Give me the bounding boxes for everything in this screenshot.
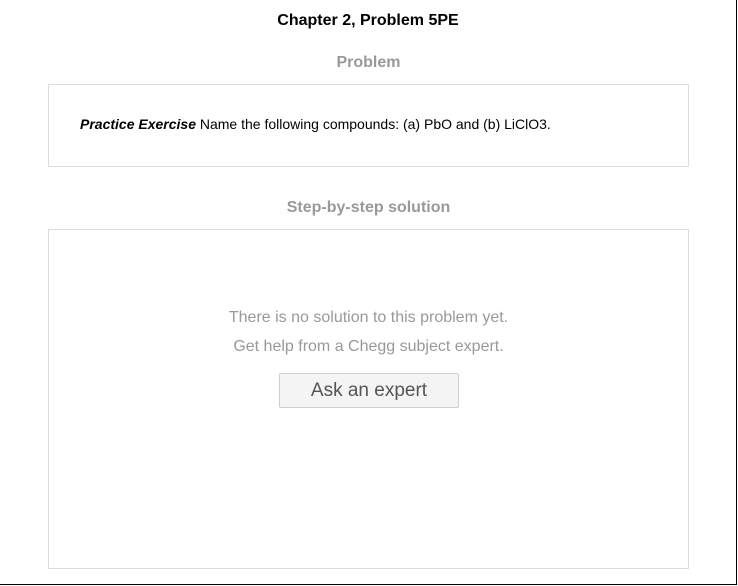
problem-lead: Practice Exercise bbox=[80, 116, 196, 132]
problem-body: Name the following compounds: (a) PbO an… bbox=[195, 116, 551, 132]
problem-heading: Problem bbox=[336, 54, 401, 71]
problem-panel: Practice Exercise Name the following com… bbox=[48, 84, 689, 167]
no-solution-message: There is no solution to this problem yet… bbox=[228, 309, 509, 326]
chapter-title: Chapter 2, Problem 5PE bbox=[277, 12, 459, 29]
ask-expert-button[interactable]: Ask an expert bbox=[279, 373, 459, 408]
solution-heading: Step-by-step solution bbox=[286, 199, 451, 216]
problem-statement: Practice Exercise Name the following com… bbox=[80, 116, 551, 132]
page-frame: Chapter 2, Problem 5PE Problem Practice … bbox=[0, 0, 737, 585]
expert-help-message: Get help from a Chegg subject expert. bbox=[233, 338, 504, 355]
solution-panel: There is no solution to this problem yet… bbox=[48, 229, 689, 569]
